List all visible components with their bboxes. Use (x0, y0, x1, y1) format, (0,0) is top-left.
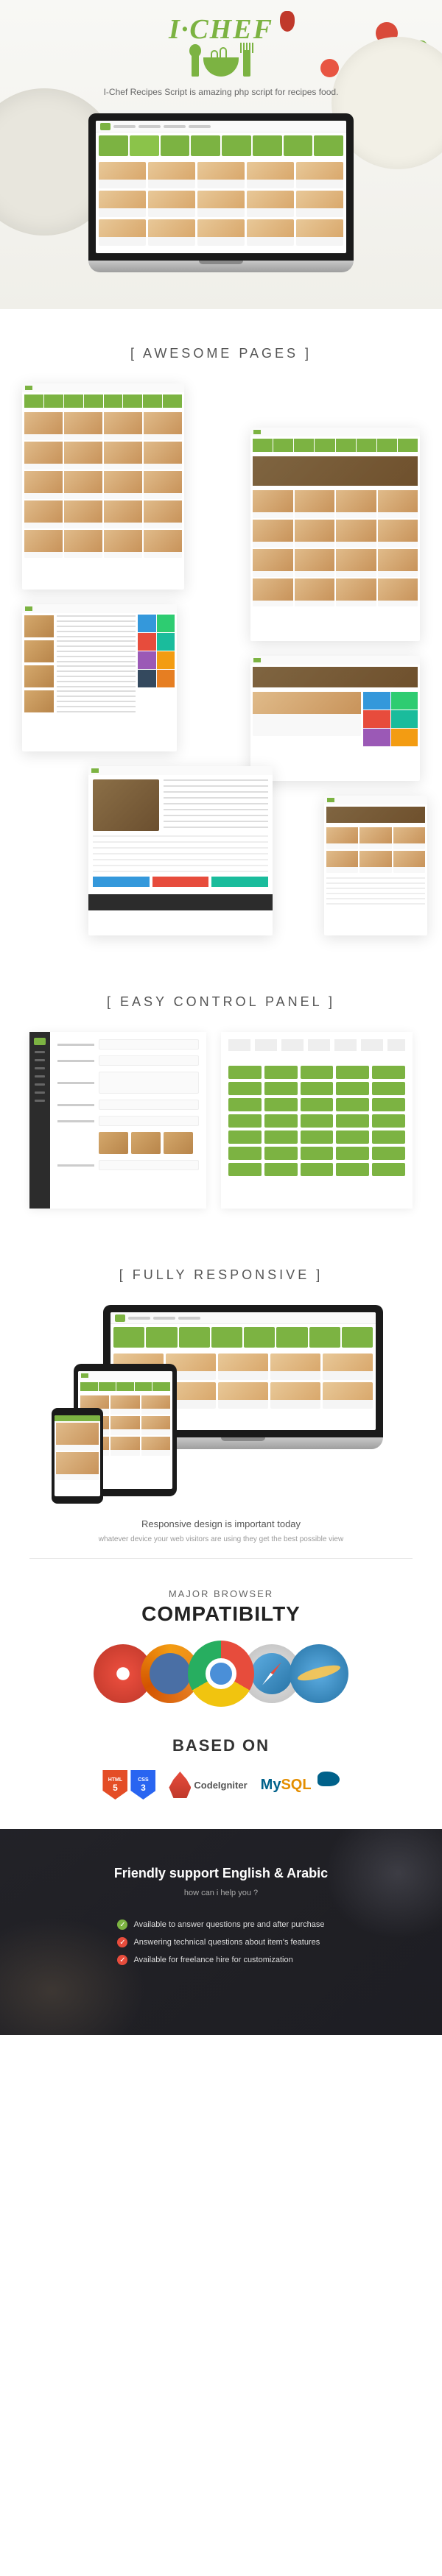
control-panel-showcase (0, 1032, 442, 1231)
browser-major-label: MAJOR BROWSER (29, 1588, 413, 1599)
device-phone (52, 1408, 103, 1504)
hero-section: I·CHEF I-Chef Recipes Script is amazing … (0, 0, 442, 309)
codeigniter-badge: CodeIgniter (169, 1772, 247, 1798)
support-list: ✓Available to answer questions pre and a… (117, 1919, 324, 1972)
page-screenshot-mobile (324, 796, 427, 935)
responsive-subtext: whatever device your web visitors are us… (29, 1535, 413, 1559)
fork-icon (243, 50, 250, 77)
page-screenshot-category (250, 428, 420, 641)
logo-utensils-icon (0, 50, 442, 77)
based-on-section: BASED ON HTML5 CSS3 CodeIgniter MySQL (0, 1729, 442, 1829)
spoon-icon (192, 50, 199, 77)
check-icon: ✓ (117, 1955, 127, 1965)
support-item: ✓Available for freelance hire for custom… (117, 1955, 324, 1965)
based-on-title: BASED ON (29, 1736, 413, 1755)
logo-text: I·CHEF (0, 13, 442, 46)
support-subtitle: how can i help you ? (0, 1889, 442, 1897)
bowl-icon (203, 57, 239, 77)
page-screenshot-blog (22, 604, 177, 751)
mysql-badge: MySQL (261, 1777, 340, 1794)
admin-form-screenshot (29, 1032, 206, 1209)
check-icon: ✓ (117, 1919, 127, 1930)
responsive-section-title: [ FULLY RESPONSIVE ] (0, 1231, 442, 1305)
pages-section-title: [ AWESOME PAGES ] (0, 309, 442, 383)
dolphin-icon (318, 1772, 340, 1786)
support-section: Friendly support English & Arabic how ca… (0, 1829, 442, 2035)
hero-laptop-mockup (88, 113, 354, 272)
support-item: ✓Answering technical questions about ite… (117, 1937, 324, 1947)
check-icon: ✓ (117, 1937, 127, 1947)
responsive-heading: Responsive design is important today (29, 1518, 413, 1529)
browser-compat-title: COMPATIBILTY (29, 1602, 413, 1626)
pages-showcase (0, 383, 442, 958)
admin-gallery-screenshot (221, 1032, 413, 1209)
control-section-title: [ EASY CONTROL PANEL ] (0, 958, 442, 1032)
hero-tagline: I-Chef Recipes Script is amazing php scr… (0, 87, 442, 97)
browser-compatibility-section: MAJOR BROWSER COMPATIBILTY (0, 1559, 442, 1729)
chrome-icon (188, 1641, 254, 1707)
logo: I·CHEF (0, 0, 442, 77)
responsive-showcase: Responsive design is important today wha… (0, 1305, 442, 1559)
support-item: ✓Available to answer questions pre and a… (117, 1919, 324, 1930)
page-screenshot-article (88, 766, 273, 935)
page-screenshot-home (22, 383, 184, 590)
html5-badge: HTML5 CSS3 (102, 1770, 155, 1800)
support-title: Friendly support English & Arabic (0, 1866, 442, 1881)
internet-explorer-icon (290, 1644, 348, 1703)
page-screenshot-recipe (250, 656, 420, 781)
flame-icon (169, 1772, 191, 1798)
